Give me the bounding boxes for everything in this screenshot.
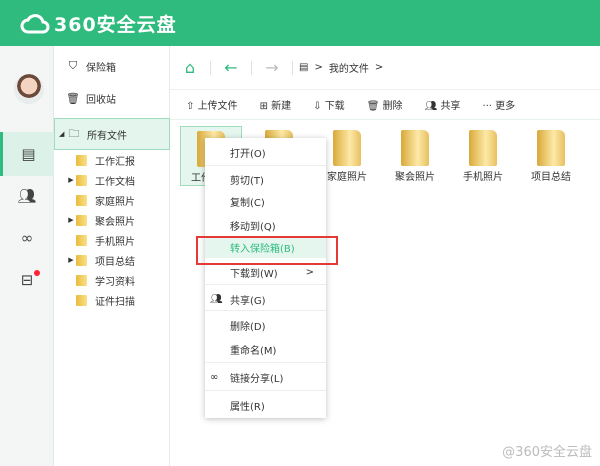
expand-triangle-icon[interactable]: ▶ [66, 216, 76, 224]
shield-icon: ⛉ [68, 59, 78, 72]
document-icon: ▤ [299, 62, 309, 73]
upload-icon: ⇧ [186, 101, 198, 112]
menu-divider [205, 284, 326, 285]
menu-item[interactable]: 复制(C) [205, 190, 326, 212]
download-icon: ⇩ [313, 101, 325, 112]
file-item[interactable]: 聚会照片 [384, 126, 446, 186]
nav-bar: ⌂ ← → ▤ > 我的文件 > [170, 46, 600, 90]
folder-icon [76, 194, 87, 206]
expanded-triangle-icon: ◢ [59, 130, 65, 138]
cloud-logo-icon [20, 14, 50, 34]
notification-dot [34, 270, 40, 276]
tree-all-files[interactable]: ◢ 🗀 所有文件 [54, 118, 170, 150]
share-button[interactable]: 👥︎ 共享 [425, 97, 461, 112]
new-folder-icon: ⊞ [259, 101, 272, 112]
tree-folder[interactable]: 工作汇报 [54, 150, 170, 170]
document-icon: ▤ [21, 145, 36, 163]
context-menu: 打开(O) 剪切(T) 复制(C) 移动到(Q) 转入保险箱(B) 下载到(W) > 👥︎ 共享… [205, 138, 326, 418]
folder-icon [76, 254, 87, 266]
toolbar: ⇧ 上传文件 ⊞ 新建 ⇩ 下载 🗑︎ 删除 👥︎ 共享 ··· 更多 [170, 90, 600, 120]
menu-divider [205, 310, 326, 311]
left-rail: ▤ 👥︎ ∞ ⊟ [0, 46, 54, 466]
file-item[interactable]: 项目总结 [520, 126, 582, 186]
chevron-right-icon: > [305, 266, 314, 278]
new-button[interactable]: ⊞ 新建 [260, 97, 292, 112]
app-title: 360安全云盘 [54, 13, 177, 36]
menu-item[interactable]: 重命名(M) [205, 338, 326, 360]
tree-folder[interactable]: ▶ 聚会照片 [54, 210, 170, 230]
folder-icon [76, 234, 87, 246]
more-button[interactable]: ··· 更多 [482, 97, 515, 112]
home-icon[interactable]: ⌂ [170, 58, 210, 77]
folder-icon [76, 154, 87, 166]
folder-icon [76, 274, 87, 286]
avatar[interactable] [14, 74, 44, 104]
delete-button[interactable]: 🗑︎ 删除 [367, 97, 403, 112]
tree-folder[interactable]: ▶ 工作文档 [54, 170, 170, 190]
watermark: @360安全云盘 [502, 445, 592, 460]
trash-icon: 🗑︎ [66, 91, 80, 105]
forward-arrow-icon[interactable]: → [252, 58, 292, 77]
menu-divider [205, 362, 326, 363]
download-button[interactable]: ⇩ 下载 [313, 97, 345, 112]
upload-button[interactable]: ⇧ 上传文件 [186, 97, 238, 112]
users-icon: 👥︎ [17, 187, 37, 205]
trash-icon: 🗑︎ [366, 101, 383, 112]
folder-icon [76, 294, 87, 306]
highlight-annotation [196, 236, 338, 265]
menu-item[interactable]: 移动到(Q) [205, 214, 326, 236]
menu-item[interactable]: ∞ 链接分享(L) [205, 366, 326, 388]
menu-item[interactable]: 👥︎ 共享(G) [205, 288, 326, 310]
folder-icon [76, 214, 87, 226]
users-icon: 👥︎ [210, 293, 223, 305]
tree-folder[interactable]: 家庭照片 [54, 190, 170, 210]
folder-icon [76, 174, 87, 186]
tree-folder[interactable]: 手机照片 [54, 230, 170, 250]
back-arrow-icon[interactable]: ← [211, 58, 251, 77]
menu-divider [205, 390, 326, 391]
menu-item[interactable]: 打开(O) [205, 141, 326, 163]
tree-recycle[interactable]: 🗑︎ 回收站 [54, 88, 170, 108]
menu-item[interactable]: 属性(R) [205, 394, 326, 416]
rail-link-share[interactable]: ∞ [0, 216, 54, 260]
rail-files[interactable]: ▤ [0, 132, 54, 176]
users-icon: 👥︎ [424, 101, 441, 112]
breadcrumb: ▤ > 我的文件 > [299, 60, 384, 75]
app-header: 360安全云盘 [0, 0, 600, 46]
share-icon: ∞ [20, 229, 34, 247]
menu-divider [205, 165, 326, 166]
file-item[interactable]: 手机照片 [452, 126, 514, 186]
tree-folder[interactable]: 学习资料 [54, 270, 170, 290]
breadcrumb-my-files[interactable]: 我的文件 [329, 60, 369, 75]
menu-item[interactable]: 删除(D) [205, 314, 326, 336]
folder-icon [537, 130, 565, 166]
folder-icon [401, 130, 429, 166]
tree-vault[interactable]: ⛉ 保险箱 [54, 56, 170, 76]
tree-folder[interactable]: 证件扫描 [54, 290, 170, 310]
folder-icon [333, 130, 361, 166]
link-share-icon: ∞ [210, 371, 219, 383]
expand-triangle-icon[interactable]: ▶ [66, 176, 76, 184]
folder-outline-icon: 🗀 [68, 126, 80, 140]
folder-tree: ⛉ 保险箱 🗑︎ 回收站 ◢ 🗀 所有文件 工作汇报 ▶ 工作文档 家庭照片 ▶ 聚会照片 手机照片… [54, 46, 170, 466]
menu-item[interactable]: 剪切(T) [205, 168, 326, 190]
more-dots-icon: ··· [482, 101, 496, 112]
rail-toolbox[interactable]: ⊟ [0, 258, 54, 302]
toolbox-icon: ⊟ [20, 271, 34, 289]
folder-icon [469, 130, 497, 166]
expand-triangle-icon[interactable]: ▶ [66, 256, 76, 264]
tree-folder[interactable]: ▶ 项目总结 [54, 250, 170, 270]
rail-share-users[interactable]: 👥︎ [0, 174, 54, 218]
